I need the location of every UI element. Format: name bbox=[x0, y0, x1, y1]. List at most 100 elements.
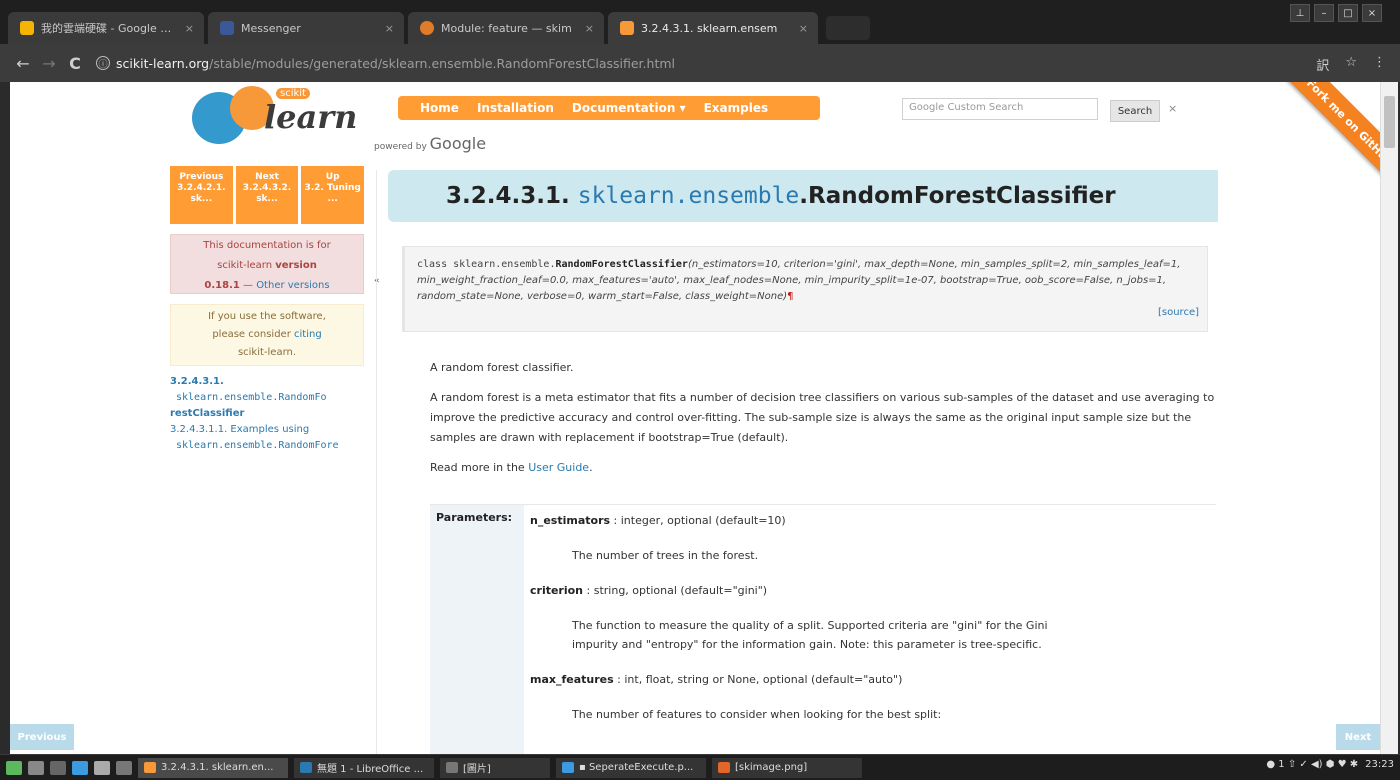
nav-home[interactable]: Home bbox=[420, 101, 459, 115]
github-fork-ribbon[interactable]: Fork me on GitHub bbox=[1269, 82, 1380, 203]
taskbar-item-label: ▪ SeperateExecute.p... bbox=[579, 762, 694, 773]
window-maximize-icon[interactable]: □ bbox=[1338, 4, 1358, 22]
window-close-icon[interactable]: × bbox=[1362, 4, 1382, 22]
taskbar-item-image-viewer[interactable]: [skimage.png] bbox=[712, 757, 862, 778]
skimage-icon bbox=[420, 21, 434, 35]
tab-close-icon[interactable]: × bbox=[385, 22, 394, 35]
nav-examples[interactable]: Examples bbox=[704, 101, 769, 115]
param-description: The number of features to consider when … bbox=[572, 708, 942, 721]
tab-google-drive[interactable]: 我的雲端硬碟 - Google 雲端 × bbox=[8, 12, 204, 44]
nav-installation[interactable]: Installation bbox=[477, 101, 554, 115]
tab-close-icon[interactable]: × bbox=[799, 22, 808, 35]
google-wordmark: Google bbox=[429, 134, 487, 153]
read-more-suffix: . bbox=[589, 461, 593, 474]
taskbar-item-label: 無題 1 - LibreOffice ... bbox=[317, 764, 424, 775]
search-button[interactable]: Search bbox=[1110, 100, 1160, 122]
tab-skimage-feature[interactable]: Module: feature — skim × bbox=[408, 12, 604, 44]
cite-line2: please consider bbox=[212, 329, 294, 340]
tab-label: Messenger bbox=[241, 21, 301, 35]
tab-close-icon[interactable]: × bbox=[585, 22, 594, 35]
param-item: n_estimators : integer, optional (defaul… bbox=[530, 511, 1210, 565]
rel-next-label: Next bbox=[255, 172, 279, 182]
back-icon[interactable]: ← bbox=[10, 54, 36, 73]
toc-subitem-examples[interactable]: 3.2.4.3.1.1. Examples using bbox=[170, 422, 370, 438]
version-separator: — bbox=[239, 280, 257, 291]
forward-icon[interactable]: → bbox=[36, 54, 62, 73]
powered-by-prefix: powered by bbox=[374, 142, 427, 152]
other-versions-link[interactable]: Other versions bbox=[256, 280, 329, 291]
detail-paragraph: A random forest is a meta estimator that… bbox=[430, 391, 1215, 444]
floating-previous-button[interactable]: Previous bbox=[10, 724, 74, 750]
param-name: criterion bbox=[530, 584, 584, 597]
param-description: The number of trees in the forest. bbox=[572, 549, 759, 562]
permalink-icon[interactable]: ¶ bbox=[787, 291, 793, 302]
toc-subitem-module[interactable]: sklearn.ensemble.RandomFore bbox=[170, 438, 370, 454]
tab-label: 我的雲端硬碟 - Google 雲端 bbox=[41, 22, 179, 35]
taskbar-item-label: 3.2.4.3.1. sklearn.en... bbox=[161, 762, 274, 773]
param-type: : string, optional (default="gini") bbox=[583, 584, 768, 597]
show-desktop-icon[interactable] bbox=[50, 760, 66, 775]
search-placeholder: Google Custom Search bbox=[909, 102, 1024, 113]
tab-messenger[interactable]: Messenger × bbox=[208, 12, 404, 44]
parameters-list: n_estimators : integer, optional (defaul… bbox=[530, 511, 1210, 740]
terminal-icon[interactable] bbox=[94, 760, 110, 775]
workspace-icon[interactable] bbox=[28, 760, 44, 775]
citing-link[interactable]: citing bbox=[294, 329, 322, 340]
bookmark-star-icon[interactable]: ☆ bbox=[1345, 55, 1357, 74]
tab-sklearn-active[interactable]: 3.2.4.3.1. sklearn.ensem × bbox=[608, 12, 818, 44]
sig-module: sklearn.ensemble. bbox=[453, 259, 556, 270]
title-number: 3.2.4.3.1. bbox=[446, 183, 578, 209]
search-clear-icon[interactable]: × bbox=[1168, 102, 1177, 115]
clock[interactable]: 23:23 bbox=[1365, 759, 1394, 770]
rel-next-button[interactable]: Next 3.2.4.3.2. sk... bbox=[235, 166, 299, 224]
param-description: The function to measure the quality of a… bbox=[572, 619, 1048, 651]
taskbar-item-libreoffice[interactable]: 無題 1 - LibreOffice ... bbox=[294, 757, 434, 778]
taskbar-item-label: [skimage.png] bbox=[735, 762, 808, 773]
page-title-bar: 3.2.4.3.1. sklearn.ensemble.RandomForest… bbox=[388, 170, 1218, 222]
reload-icon[interactable]: C bbox=[62, 54, 88, 73]
title-class: .RandomForestClassifier bbox=[799, 183, 1116, 209]
powered-by-google: powered by Google bbox=[374, 134, 486, 153]
tray-status-icons[interactable]: ● 1 ⇧ ✓ ◀) ⬢ ♥ ✱ bbox=[1266, 759, 1358, 770]
floating-next-button[interactable]: Next bbox=[1336, 724, 1380, 750]
rel-previous-button[interactable]: Previous 3.2.4.2.1. sk... bbox=[170, 166, 233, 224]
page-scrollbar[interactable] bbox=[1380, 82, 1398, 754]
summary-paragraph: A random forest classifier. bbox=[430, 361, 574, 374]
taskbar-item-editor[interactable]: ▪ SeperateExecute.p... bbox=[556, 757, 706, 778]
toc-item-number[interactable]: 3.2.4.3.1. bbox=[170, 374, 370, 390]
site-info-icon[interactable]: ⓘ bbox=[96, 56, 110, 70]
page-viewport: scikit learn Home Installation Documenta… bbox=[10, 82, 1380, 754]
sidebar-toc: 3.2.4.3.1. sklearn.ensemble.RandomFo res… bbox=[170, 374, 370, 454]
nav-documentation[interactable]: Documentation ▾ bbox=[572, 101, 686, 115]
browser-tab-bar: 我的雲端硬碟 - Google 雲端 × Messenger × Module:… bbox=[0, 0, 1400, 44]
desktop-taskbar: 3.2.4.3.1. sklearn.en... 無題 1 - LibreOff… bbox=[0, 754, 1400, 780]
browser-menu-icon[interactable]: ⋮ bbox=[1373, 55, 1386, 74]
new-tab-button[interactable] bbox=[826, 16, 870, 40]
sig-class-keyword: class bbox=[417, 259, 454, 270]
start-menu-icon[interactable] bbox=[6, 760, 22, 775]
editor-app-icon bbox=[562, 762, 574, 773]
folder-icon[interactable] bbox=[116, 760, 132, 775]
title-module: sklearn.ensemble bbox=[577, 183, 800, 209]
rel-up-button[interactable]: Up 3.2. Tuning ... bbox=[301, 166, 365, 224]
translate-icon[interactable]: 訳 bbox=[1316, 55, 1329, 74]
version-word: version bbox=[275, 260, 317, 271]
window-sticky-icon[interactable]: ⊥ bbox=[1290, 4, 1310, 22]
taskbar-item-images[interactable]: [圖片] bbox=[440, 757, 550, 778]
taskbar-item-browser[interactable]: 3.2.4.3.1. sklearn.en... bbox=[138, 757, 288, 778]
url-field[interactable]: ⓘ scikit-learn.org /stable/modules/gener… bbox=[96, 56, 675, 71]
custom-search-input[interactable]: Google Custom Search bbox=[902, 98, 1098, 120]
file-manager-icon[interactable] bbox=[72, 760, 88, 775]
tab-label: Module: feature — skim bbox=[441, 21, 572, 35]
toc-item-class[interactable]: restClassifier bbox=[170, 406, 370, 422]
toc-item-module[interactable]: sklearn.ensemble.RandomFo bbox=[170, 390, 370, 406]
scikit-learn-logo[interactable]: scikit learn bbox=[192, 86, 372, 150]
scrollbar-thumb[interactable] bbox=[1384, 96, 1395, 148]
user-guide-link[interactable]: User Guide bbox=[528, 461, 589, 474]
sidebar-divider bbox=[376, 170, 377, 754]
window-minimize-icon[interactable]: – bbox=[1314, 4, 1334, 22]
param-item: criterion : string, optional (default="g… bbox=[530, 581, 1210, 654]
rel-previous-label: Previous bbox=[179, 172, 224, 182]
tab-close-icon[interactable]: × bbox=[185, 22, 194, 35]
source-link[interactable]: [source] bbox=[1158, 305, 1199, 321]
